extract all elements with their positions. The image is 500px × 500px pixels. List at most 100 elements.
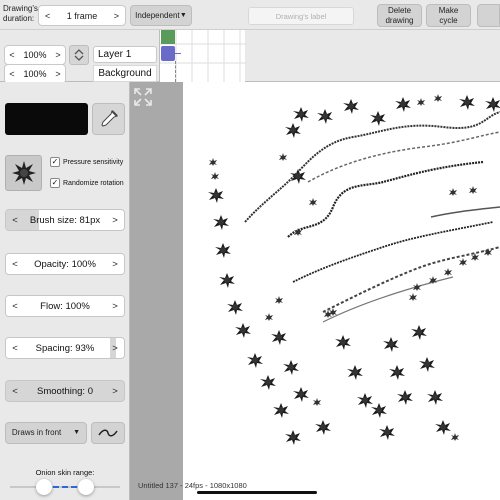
background-name: Background: [98, 68, 152, 79]
stroke-line: [287, 160, 484, 238]
background-opacity-decrease[interactable]: <: [5, 69, 19, 79]
brush-color-swatch[interactable]: [5, 103, 88, 135]
pressure-sensitivity-label: Pressure sensitivity: [63, 158, 124, 166]
layer1-opacity-decrease[interactable]: <: [5, 50, 19, 60]
spacing-text: Spacing: 93%: [35, 342, 95, 354]
expand-canvas-button[interactable]: [132, 86, 154, 108]
leaf-mark: [215, 243, 231, 258]
brush-size-decrease[interactable]: <: [6, 215, 24, 226]
flow-increase[interactable]: >: [106, 301, 124, 312]
duration-stepper[interactable]: < 1 frame >: [38, 5, 126, 26]
leaf-mark: [427, 390, 443, 405]
leaf-mark: [411, 325, 427, 340]
smoothing-slider[interactable]: < Smoothing: 0 >: [5, 380, 125, 402]
duration-label: Drawing's duration:: [3, 4, 38, 23]
randomize-rotation-checkbox[interactable]: ✓ Randomize rotation: [50, 178, 124, 188]
brush-tip-preview[interactable]: [5, 155, 42, 191]
playhead: [175, 61, 176, 82]
onion-skin-label: Onion skin range:: [35, 468, 95, 477]
stroke-line: [292, 221, 494, 283]
eyedropper-button[interactable]: [92, 103, 125, 135]
smoothing-decrease[interactable]: <: [6, 386, 24, 397]
stroke-style-button[interactable]: [91, 422, 125, 444]
leaf-mark: [459, 95, 475, 110]
spacing-increase[interactable]: >: [106, 343, 124, 354]
onion-skin-range-slider[interactable]: [10, 479, 120, 495]
leaf-mark: [271, 330, 287, 345]
leaf-mark: [283, 360, 299, 375]
spacing-decrease[interactable]: <: [6, 343, 24, 354]
mode-dropdown-value: Independent: [135, 10, 180, 20]
opacity-increase[interactable]: >: [106, 259, 124, 270]
leaf-mark: [370, 111, 386, 126]
onion-skin-left-handle[interactable]: [36, 479, 52, 495]
background-opacity-increase[interactable]: >: [51, 69, 65, 79]
leaf-mark: [313, 398, 321, 406]
brush-size-increase[interactable]: >: [106, 215, 124, 226]
mode-dropdown[interactable]: Independent ▼: [130, 5, 192, 26]
make-cycle-label: Make cycle: [438, 5, 459, 25]
leaf-mark: [293, 107, 309, 122]
checkmark-icon: ✓: [50, 178, 60, 188]
duration-decrease-button[interactable]: <: [45, 11, 50, 21]
timeline-current-frame[interactable]: [161, 46, 175, 61]
opacity-slider[interactable]: < Opacity: 100% >: [5, 253, 125, 275]
spacing-slider[interactable]: < Spacing: 93% >: [5, 337, 125, 359]
leaf-mark: [275, 296, 283, 304]
delete-drawing-label: Delete drawing: [385, 5, 414, 25]
delete-drawing-button[interactable]: Delete drawing: [377, 4, 422, 27]
leaf-mark: [279, 153, 287, 161]
leaf-mark: [469, 186, 477, 194]
leaf-mark: [235, 323, 251, 338]
flow-slider[interactable]: < Flow: 100% >: [5, 295, 125, 317]
leaf-mark: [335, 335, 351, 350]
smoothing-increase[interactable]: >: [106, 386, 124, 397]
leaf-mark: [227, 300, 243, 315]
leaf-mark: [317, 109, 333, 124]
layer-reorder-button[interactable]: [69, 45, 89, 65]
stroke-line: [307, 131, 500, 183]
timeline-frame-marker: [161, 30, 175, 44]
make-cycle-button[interactable]: Make cycle: [426, 4, 471, 27]
leaf-mark: [315, 420, 331, 435]
leaf-mark: [357, 393, 373, 408]
leaf-mark: [219, 273, 235, 288]
opacity-decrease[interactable]: <: [6, 259, 24, 270]
leaf-mark: [293, 387, 309, 402]
background-opacity-stepper[interactable]: < 100% >: [4, 64, 66, 84]
eyedropper-icon: [100, 110, 118, 127]
leaf-mark: [208, 188, 224, 203]
flow-text: Flow: 100%: [40, 300, 90, 312]
duration-increase-button[interactable]: >: [114, 11, 119, 21]
drawing-label-input[interactable]: Drawing's label: [248, 7, 354, 25]
randomize-rotation-label: Randomize rotation: [63, 179, 124, 187]
leaf-mark: [347, 365, 363, 380]
leaf-mark: [273, 403, 289, 418]
leaf-mark: [449, 188, 457, 196]
draws-in-front-dropdown[interactable]: Draws in front ▼: [5, 422, 87, 444]
leaf-mark: [371, 403, 387, 418]
leaf-mark: [247, 353, 263, 368]
smoothing-text: Smoothing: 0: [37, 385, 93, 397]
overflow-button[interactable]: [477, 4, 500, 27]
layer1-name-field[interactable]: Layer 1: [93, 46, 157, 63]
leaf-mark: [417, 98, 425, 106]
timeline-frame-tick: [175, 53, 181, 54]
leaf-mark: [383, 337, 399, 352]
leaf-mark: [290, 169, 306, 184]
layer1-opacity-stepper[interactable]: < 100% >: [4, 45, 66, 65]
leaf-mark: [285, 123, 301, 138]
leaf-mark: [434, 94, 442, 102]
brush-size-slider[interactable]: < Brush size: 81px >: [5, 209, 125, 231]
home-indicator: [197, 491, 317, 494]
onion-skin-right-handle[interactable]: [78, 479, 94, 495]
drawing-canvas[interactable]: [183, 82, 500, 500]
layer1-opacity-increase[interactable]: >: [51, 50, 65, 60]
tilde-icon: [98, 429, 118, 437]
leaf-mark: [265, 313, 273, 321]
status-bar-text: Untitled 137 - 24fps - 1080x1080: [138, 481, 247, 490]
pressure-sensitivity-checkbox[interactable]: ✓ Pressure sensitivity: [50, 157, 123, 167]
flow-decrease[interactable]: <: [6, 301, 24, 312]
leaf-mark: [211, 172, 219, 180]
background-name-field[interactable]: Background: [93, 65, 157, 82]
